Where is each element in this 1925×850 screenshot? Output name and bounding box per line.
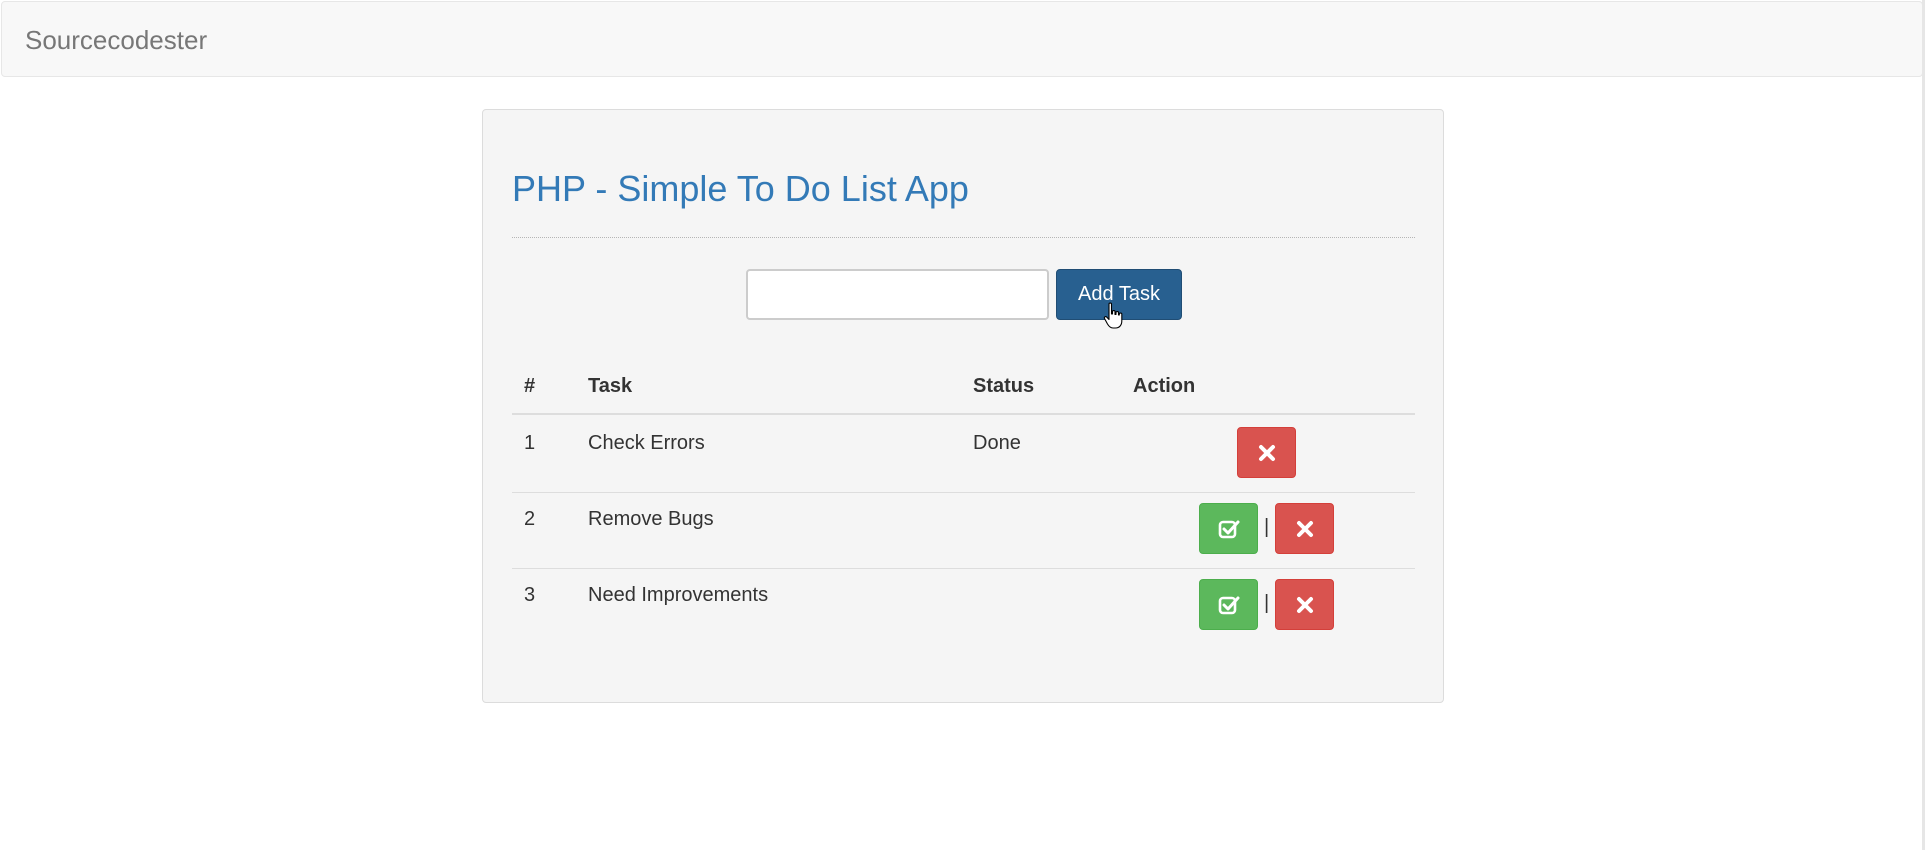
delete-task-button[interactable]	[1275, 503, 1334, 554]
delete-task-button[interactable]	[1275, 579, 1334, 630]
row-number: 3	[524, 584, 536, 606]
task-name: Check Errors	[588, 432, 705, 454]
times-icon	[1296, 596, 1313, 613]
column-header-number: #	[524, 375, 536, 397]
row-number: 2	[524, 508, 536, 530]
row-number: 1	[524, 432, 536, 454]
navbar: Sourcecodester	[1, 1, 1923, 77]
column-header-task: Task	[588, 375, 633, 397]
todo-panel: PHP - Simple To Do List App Add Task # T…	[482, 109, 1444, 703]
row-divider	[512, 568, 1415, 569]
task-status: Done	[973, 432, 1021, 454]
divider	[512, 237, 1415, 238]
times-icon	[1296, 520, 1313, 537]
page-title: PHP - Simple To Do List App	[512, 168, 969, 209]
check-square-icon	[1218, 596, 1239, 614]
action-separator: |	[1264, 516, 1270, 538]
task-name: Remove Bugs	[588, 508, 714, 530]
hand-cursor-icon	[1103, 302, 1123, 329]
action-separator: |	[1264, 592, 1270, 614]
column-header-action: Action	[1133, 375, 1196, 397]
navbar-brand[interactable]: Sourcecodester	[25, 24, 207, 56]
column-header-status: Status	[973, 375, 1035, 397]
task-name: Need Improvements	[588, 584, 769, 606]
times-icon	[1258, 444, 1275, 461]
complete-task-button[interactable]	[1199, 579, 1258, 630]
check-square-icon	[1218, 520, 1239, 538]
delete-task-button[interactable]	[1237, 427, 1296, 478]
row-divider	[512, 492, 1415, 493]
complete-task-button[interactable]	[1199, 503, 1258, 554]
task-input[interactable]	[746, 269, 1049, 320]
table-header-divider	[512, 413, 1415, 415]
